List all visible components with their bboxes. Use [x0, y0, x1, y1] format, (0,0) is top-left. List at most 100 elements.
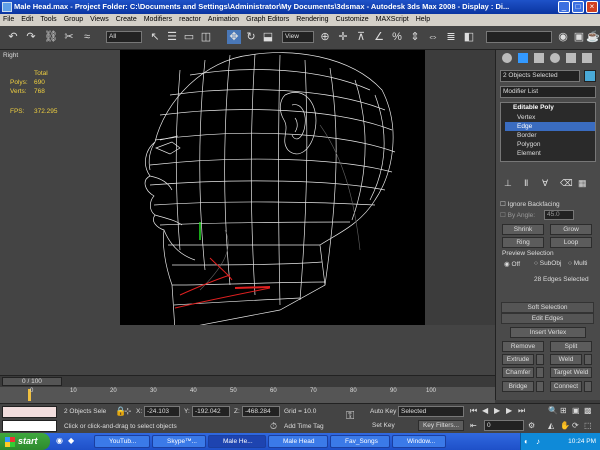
split-button[interactable]: Split — [550, 341, 592, 352]
tray-icon[interactable]: ◐ — [524, 437, 529, 446]
object-color-swatch[interactable] — [584, 70, 596, 82]
stack-item-element[interactable]: Element — [517, 150, 541, 157]
ignore-backfacing-checkbox[interactable]: ☐ Ignore Backfacing — [500, 200, 560, 208]
menu-group[interactable]: Group — [64, 14, 83, 26]
menu-modifiers[interactable]: Modifiers — [144, 14, 172, 26]
quicklaunch-icon[interactable]: ◆ — [68, 436, 74, 445]
go-to-start-icon[interactable]: ⏮ — [470, 406, 477, 416]
clock[interactable]: 10:24 PM — [568, 438, 596, 445]
maximize-button[interactable]: □ — [572, 1, 584, 13]
connect-button[interactable]: Connect — [550, 381, 582, 392]
transform-mode-icon[interactable]: ⊹ — [124, 406, 132, 417]
time-slider-track[interactable]: 0 / 100 — [0, 375, 495, 387]
extrude-settings-button[interactable] — [536, 354, 544, 365]
by-angle-value[interactable]: 45.0 — [544, 210, 574, 220]
modifier-list-dropdown[interactable]: Modifier List — [500, 86, 596, 98]
named-selection-dropdown[interactable] — [486, 31, 552, 43]
align-icon[interactable]: ≣ — [444, 30, 458, 44]
task-male-head-folder[interactable]: Male Head — [268, 435, 328, 448]
soft-selection-rollout[interactable]: Soft Selection — [501, 302, 594, 313]
zoom-all-icon[interactable]: ⊞ — [560, 406, 567, 415]
ring-button[interactable]: Ring — [502, 237, 544, 248]
time-slider-thumb[interactable]: 0 / 100 — [2, 377, 62, 386]
menu-views[interactable]: Views — [90, 14, 109, 26]
menu-create[interactable]: Create — [116, 14, 137, 26]
close-button[interactable]: × — [586, 1, 598, 13]
window-crossing-icon[interactable]: ◫ — [199, 30, 213, 44]
select-by-name-icon[interactable]: ☰ — [165, 30, 179, 44]
stack-item-polygon[interactable]: Polygon — [517, 141, 541, 148]
task-windows[interactable]: Window... — [392, 435, 446, 448]
stack-item-border[interactable]: Border — [517, 132, 537, 139]
maxscript-listener-field[interactable] — [2, 406, 57, 418]
target-weld-button[interactable]: Target Weld — [550, 367, 592, 378]
insert-vertex-button[interactable]: Insert Vertex — [510, 327, 586, 338]
quick-render-icon[interactable]: ☕ — [586, 30, 600, 44]
menu-rendering[interactable]: Rendering — [296, 14, 328, 26]
selection-filter-dropdown[interactable]: All — [106, 31, 142, 43]
snap-icon[interactable]: ⊼ — [354, 30, 368, 44]
zoom-extents-all-icon[interactable]: ▩ — [584, 406, 592, 415]
track-bar[interactable]: 0 10 20 30 40 50 60 70 80 90 100 — [0, 387, 495, 403]
remove-modifier-icon[interactable]: ⌫ — [560, 178, 573, 189]
quicklaunch-icon[interactable]: ◉ — [56, 436, 63, 445]
volume-icon[interactable]: ♪ — [536, 437, 540, 446]
shrink-button[interactable]: Shrink — [502, 224, 544, 235]
menu-edit[interactable]: Edit — [21, 14, 33, 26]
show-end-result-icon[interactable]: Ⅱ — [524, 178, 528, 189]
y-coord-field[interactable]: -192.042 — [192, 406, 230, 417]
undo-icon[interactable]: ↶ — [6, 30, 20, 44]
angle-snap-icon[interactable]: ∠ — [372, 30, 386, 44]
maxscript-input-field[interactable] — [2, 420, 57, 432]
task-male-head-max[interactable]: Male He... — [208, 435, 266, 448]
viewport-right[interactable] — [120, 50, 425, 325]
key-filters-button[interactable]: Key Filters... — [418, 420, 464, 431]
current-frame-field[interactable]: 0 — [484, 420, 524, 431]
motion-tab-icon[interactable] — [550, 53, 560, 63]
menu-animation[interactable]: Animation — [208, 14, 239, 26]
stack-title[interactable]: Editable Poly — [513, 104, 554, 111]
preview-subobj-radio[interactable]: ○ SubObj — [534, 260, 561, 267]
layer-icon[interactable]: ◧ — [462, 30, 476, 44]
by-angle-checkbox[interactable]: ☐ By Angle: — [500, 211, 535, 219]
select-object-icon[interactable]: ↖ — [148, 30, 162, 44]
zoom-icon[interactable]: 🔍 — [548, 406, 558, 415]
viewport-lower-area[interactable] — [0, 325, 495, 375]
remove-button[interactable]: Remove — [502, 341, 544, 352]
percent-snap-icon[interactable]: % — [390, 30, 404, 44]
orbit-icon[interactable]: ⟳ — [572, 421, 579, 430]
time-tag-icon[interactable]: ⏱ — [270, 421, 277, 432]
minimize-button[interactable]: _ — [558, 1, 570, 13]
make-unique-icon[interactable]: ∀ — [542, 178, 548, 189]
hierarchy-tab-icon[interactable] — [534, 53, 544, 63]
menu-help[interactable]: Help — [416, 14, 430, 26]
bridge-settings-button[interactable] — [536, 381, 544, 392]
stack-item-vertex[interactable]: Vertex — [517, 114, 535, 121]
weld-button[interactable]: Weld — [550, 354, 582, 365]
ref-coord-dropdown[interactable]: View — [282, 31, 314, 43]
render-setup-icon[interactable]: ▣ — [572, 30, 586, 44]
weld-settings-button[interactable] — [584, 354, 592, 365]
menu-file[interactable]: File — [3, 14, 14, 26]
play-icon[interactable]: ▶ — [494, 406, 500, 415]
key-mode-dropdown[interactable]: Selected — [398, 406, 464, 417]
loop-button[interactable]: Loop — [550, 237, 592, 248]
mirror-icon[interactable]: ⇔ — [426, 30, 440, 44]
x-coord-field[interactable]: -24.103 — [144, 406, 180, 417]
add-time-tag[interactable]: Add Time Tag — [284, 423, 324, 430]
create-tab-icon[interactable] — [502, 53, 512, 63]
key-mode-toggle-icon[interactable]: ⇤ — [470, 421, 477, 430]
pin-stack-icon[interactable]: ⊥ — [504, 178, 512, 189]
task-skype[interactable]: Skype™... — [152, 435, 206, 448]
task-fav-songs[interactable]: Fav_Songs — [330, 435, 390, 448]
preview-multi-radio[interactable]: ○ Multi — [568, 260, 587, 267]
app-icon[interactable] — [2, 2, 12, 12]
extrude-button[interactable]: Extrude — [502, 354, 534, 365]
display-tab-icon[interactable] — [566, 53, 576, 63]
menu-maxscript[interactable]: MAXScript — [376, 14, 409, 26]
gizmo-x-axis[interactable] — [234, 286, 271, 289]
grow-button[interactable]: Grow — [550, 224, 592, 235]
connect-settings-button[interactable] — [584, 381, 592, 392]
menu-graph-editors[interactable]: Graph Editors — [246, 14, 289, 26]
rect-region-icon[interactable]: ▭ — [182, 30, 196, 44]
